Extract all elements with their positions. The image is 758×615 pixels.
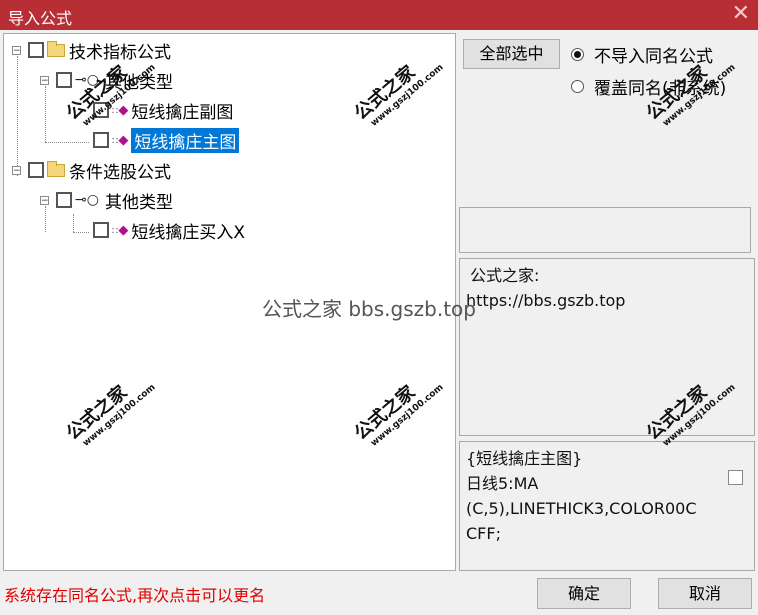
select-all-button[interactable]: 全部选中	[463, 39, 560, 69]
collapse-icon[interactable]: −	[12, 45, 21, 55]
node-checkbox[interactable]	[28, 162, 44, 178]
collapse-icon[interactable]: −	[12, 165, 21, 175]
site-url: https://bbs.gszb.top	[466, 291, 626, 310]
collapse-icon[interactable]: −	[40, 75, 49, 85]
site-name: 公式之家:	[470, 266, 540, 285]
ok-button[interactable]: 确定	[537, 578, 631, 609]
tree-connector	[45, 142, 89, 143]
formula-icon: ∷ ◆	[112, 132, 128, 148]
preview-checkbox[interactable]	[728, 470, 743, 485]
node-label: 其他类型	[104, 192, 173, 213]
cancel-button[interactable]: 取消	[658, 578, 752, 609]
collapse-icon[interactable]: −	[40, 195, 49, 205]
title-bar: 导入公式 ✕	[0, 0, 758, 30]
tree-connector	[45, 86, 46, 142]
node-checkbox[interactable]	[56, 72, 72, 88]
node-checkbox[interactable]	[93, 222, 109, 238]
preview-line-1: {短线擒庄主图}	[466, 449, 583, 468]
tree-connector	[73, 214, 74, 232]
formula-icon: ∷ ◆	[112, 222, 128, 238]
tree-connector	[73, 232, 89, 233]
radio-selected-icon	[571, 48, 584, 61]
status-message: 系统存在同名公式,再次点击可以更名	[4, 586, 266, 605]
window-title: 导入公式	[8, 9, 73, 28]
node-label: 短线擒庄主图	[131, 127, 240, 153]
node-label: 短线擒庄副图	[131, 102, 234, 123]
node-checkbox[interactable]	[56, 192, 72, 208]
empty-field	[459, 207, 751, 253]
node-checkbox[interactable]	[28, 42, 44, 58]
tree-node-stock-selection[interactable]: − 条件选股公式	[12, 158, 171, 183]
key-icon: ⊸○	[75, 192, 99, 208]
close-icon[interactable]: ✕	[732, 2, 750, 26]
tree-node-formula-selected[interactable]: ∷ ◆ 短线擒庄主图	[90, 127, 240, 153]
radio-unselected-icon	[571, 80, 584, 93]
node-label: 短线擒庄买入X	[131, 222, 246, 243]
folder-icon	[47, 160, 65, 177]
watermark-text: 公式之家 bbs.gszb.top	[262, 297, 476, 321]
tree-node-other-types[interactable]: − ⊸○ 其他类型	[40, 188, 173, 213]
scrollbar[interactable]	[732, 259, 754, 435]
formula-preview: {短线擒庄主图} 日线5:MA (C,5),LINETHICK3,COLOR00…	[459, 441, 755, 571]
preview-line-4: CFF;	[466, 524, 501, 543]
preview-line-3: (C,5),LINETHICK3,COLOR00C	[466, 499, 697, 518]
node-checkbox[interactable]	[93, 132, 109, 148]
folder-icon	[47, 40, 65, 57]
node-label: 条件选股公式	[69, 162, 171, 183]
preview-line-2: 日线5:MA	[466, 474, 539, 493]
tree-node-formula[interactable]: ∷ ◆ 短线擒庄买入X	[90, 218, 246, 243]
scrollbar[interactable]	[732, 442, 754, 570]
